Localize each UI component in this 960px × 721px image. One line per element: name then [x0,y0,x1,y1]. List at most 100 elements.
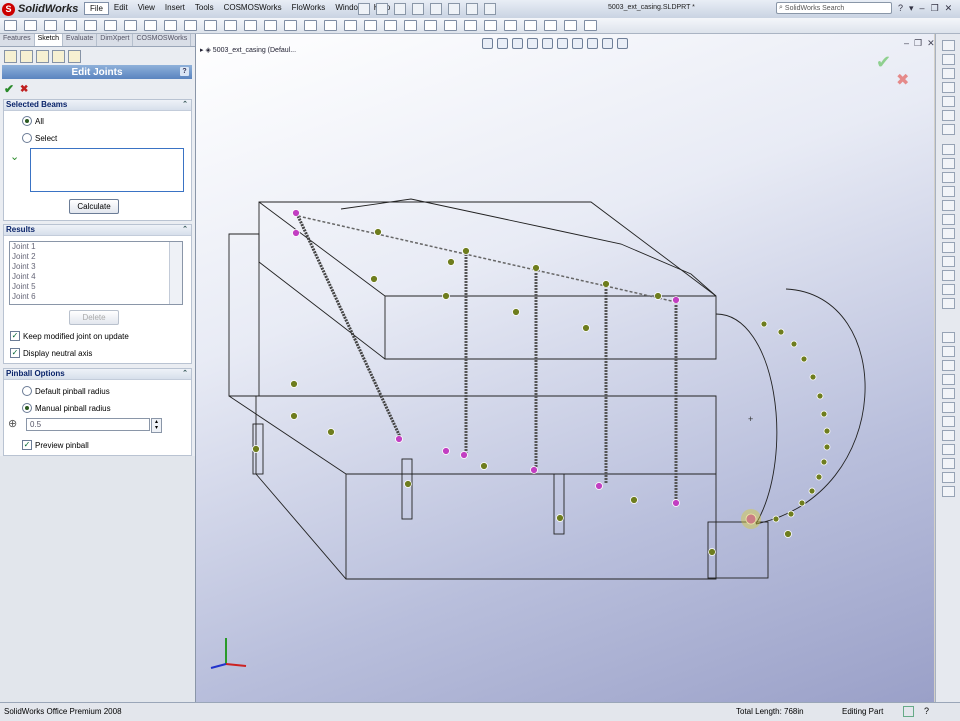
joint-marker[interactable] [790,340,798,348]
group-header[interactable]: Results ⌃ [4,225,191,236]
beam-selection-box[interactable] [30,148,184,192]
view-palette-icon[interactable] [942,96,955,107]
tool-icon[interactable] [942,486,955,497]
sketch-text-icon[interactable] [584,20,597,31]
rebuild-status-icon[interactable] [903,706,914,717]
property-manager-icon[interactable] [20,49,33,63]
keep-modified-checkbox[interactable]: ✓ Keep modified joint on update [10,331,129,341]
joint-marker[interactable] [404,480,412,488]
close-icon[interactable]: ✕ [945,3,953,14]
custom-properties-icon[interactable] [942,124,955,135]
joints-list[interactable]: Joint 1 Joint 2 Joint 3 Joint 4 Joint 5 … [9,241,183,305]
radio-default-pinball[interactable]: Default pinball radius [22,386,110,396]
tool-icon[interactable] [942,270,955,281]
help-icon[interactable]: ? [898,3,903,14]
tool-icon[interactable] [942,158,955,169]
joint-marker[interactable] [823,443,831,451]
tool-icon[interactable] [942,388,955,399]
select-icon[interactable] [448,3,460,15]
joint-marker[interactable] [672,296,680,304]
list-item[interactable]: Joint 2 [10,252,182,262]
tab-evaluate[interactable]: Evaluate [63,34,98,46]
display-relations-icon[interactable] [404,20,417,31]
joint-marker[interactable] [442,292,450,300]
repair-sketch-icon[interactable] [424,20,437,31]
list-item[interactable]: Joint 4 [10,272,182,282]
chamfer-icon[interactable] [224,20,237,31]
list-item[interactable]: Joint 3 [10,262,182,272]
tab-sketch[interactable]: Sketch [34,34,64,46]
joint-marker[interactable] [772,515,780,523]
tool-icon[interactable] [942,402,955,413]
tab-features[interactable]: Features [0,34,35,46]
sketch-tool-icon[interactable] [4,20,17,31]
list-item[interactable]: Joint 5 [10,282,182,292]
search-results-icon[interactable] [942,82,955,93]
joint-marker[interactable] [672,499,680,507]
joint-marker[interactable] [820,458,828,466]
joint-marker[interactable] [292,229,300,237]
collapse-icon[interactable]: ⌃ [182,100,188,108]
resources-icon[interactable] [942,40,955,51]
menu-insert[interactable]: Insert [160,2,190,15]
tool-icon[interactable] [942,472,955,483]
joint-marker[interactable] [395,435,403,443]
tool-icon[interactable] [942,298,955,309]
joint-marker[interactable] [784,530,792,538]
display-neutral-axis-checkbox[interactable]: ✓ Display neutral axis [10,348,92,358]
joint-marker[interactable] [374,228,382,236]
tool-icon[interactable] [942,458,955,469]
joint-marker[interactable] [815,473,823,481]
configuration-manager-icon[interactable] [36,49,49,63]
calculate-button[interactable]: Calculate [69,199,119,214]
polygon-icon[interactable] [144,20,157,31]
delete-button[interactable]: Delete [69,310,119,325]
tool-icon[interactable] [942,144,955,155]
extend-icon[interactable] [304,20,317,31]
weldments-icon[interactable] [524,20,537,31]
design-library-icon[interactable] [942,54,955,65]
slot-icon[interactable] [84,20,97,31]
spline-icon[interactable] [164,20,177,31]
collapse-icon[interactable]: ⌃ [182,369,188,377]
menu-edit[interactable]: Edit [109,2,133,15]
sketch-picture-icon[interactable] [564,20,577,31]
radio-select[interactable]: Select [22,133,57,143]
help-icon[interactable]: ? [924,706,929,716]
tool-icon[interactable] [942,284,955,295]
collapse-icon[interactable]: ⌃ [182,225,188,233]
list-item[interactable]: Joint 1 [10,242,182,252]
tool-icon[interactable] [942,186,955,197]
menu-file[interactable]: File [84,2,109,15]
tool-icon[interactable] [942,360,955,371]
group-header[interactable]: Selected Beams ⌃ [4,100,191,111]
joint-marker[interactable] [480,462,488,470]
radio-manual-pinball[interactable]: Manual pinball radius [22,403,111,413]
joint-marker[interactable] [654,292,662,300]
search-input[interactable]: ⌕ SolidWorks Search [776,2,892,14]
rectangle-icon[interactable] [64,20,77,31]
joint-marker[interactable] [462,247,470,255]
joint-marker[interactable] [370,275,378,283]
joint-marker[interactable] [630,496,638,504]
chevron-down-icon[interactable]: ▾ [909,3,914,14]
convert-entities-icon[interactable] [264,20,277,31]
joint-marker[interactable] [760,320,768,328]
tool-icon[interactable] [942,172,955,183]
group-header[interactable]: Pinball Options ⌃ [4,369,191,380]
list-item[interactable]: Joint 6 [10,292,182,302]
tool-icon[interactable] [942,444,955,455]
mirror-icon[interactable] [324,20,337,31]
cancel-button[interactable]: ✖ [20,84,28,95]
joint-marker[interactable] [787,510,795,518]
feature-manager-icon[interactable] [4,49,17,63]
move-entities-icon[interactable] [384,20,397,31]
menu-view[interactable]: View [133,2,160,15]
joint-marker[interactable] [808,487,816,495]
line-icon[interactable] [44,20,57,31]
joint-marker[interactable] [327,428,335,436]
open-file-icon[interactable] [376,3,388,15]
tab-dimxpert[interactable]: DimXpert [97,34,134,46]
simulation-icon[interactable] [68,49,81,63]
menu-tools[interactable]: Tools [190,2,219,15]
